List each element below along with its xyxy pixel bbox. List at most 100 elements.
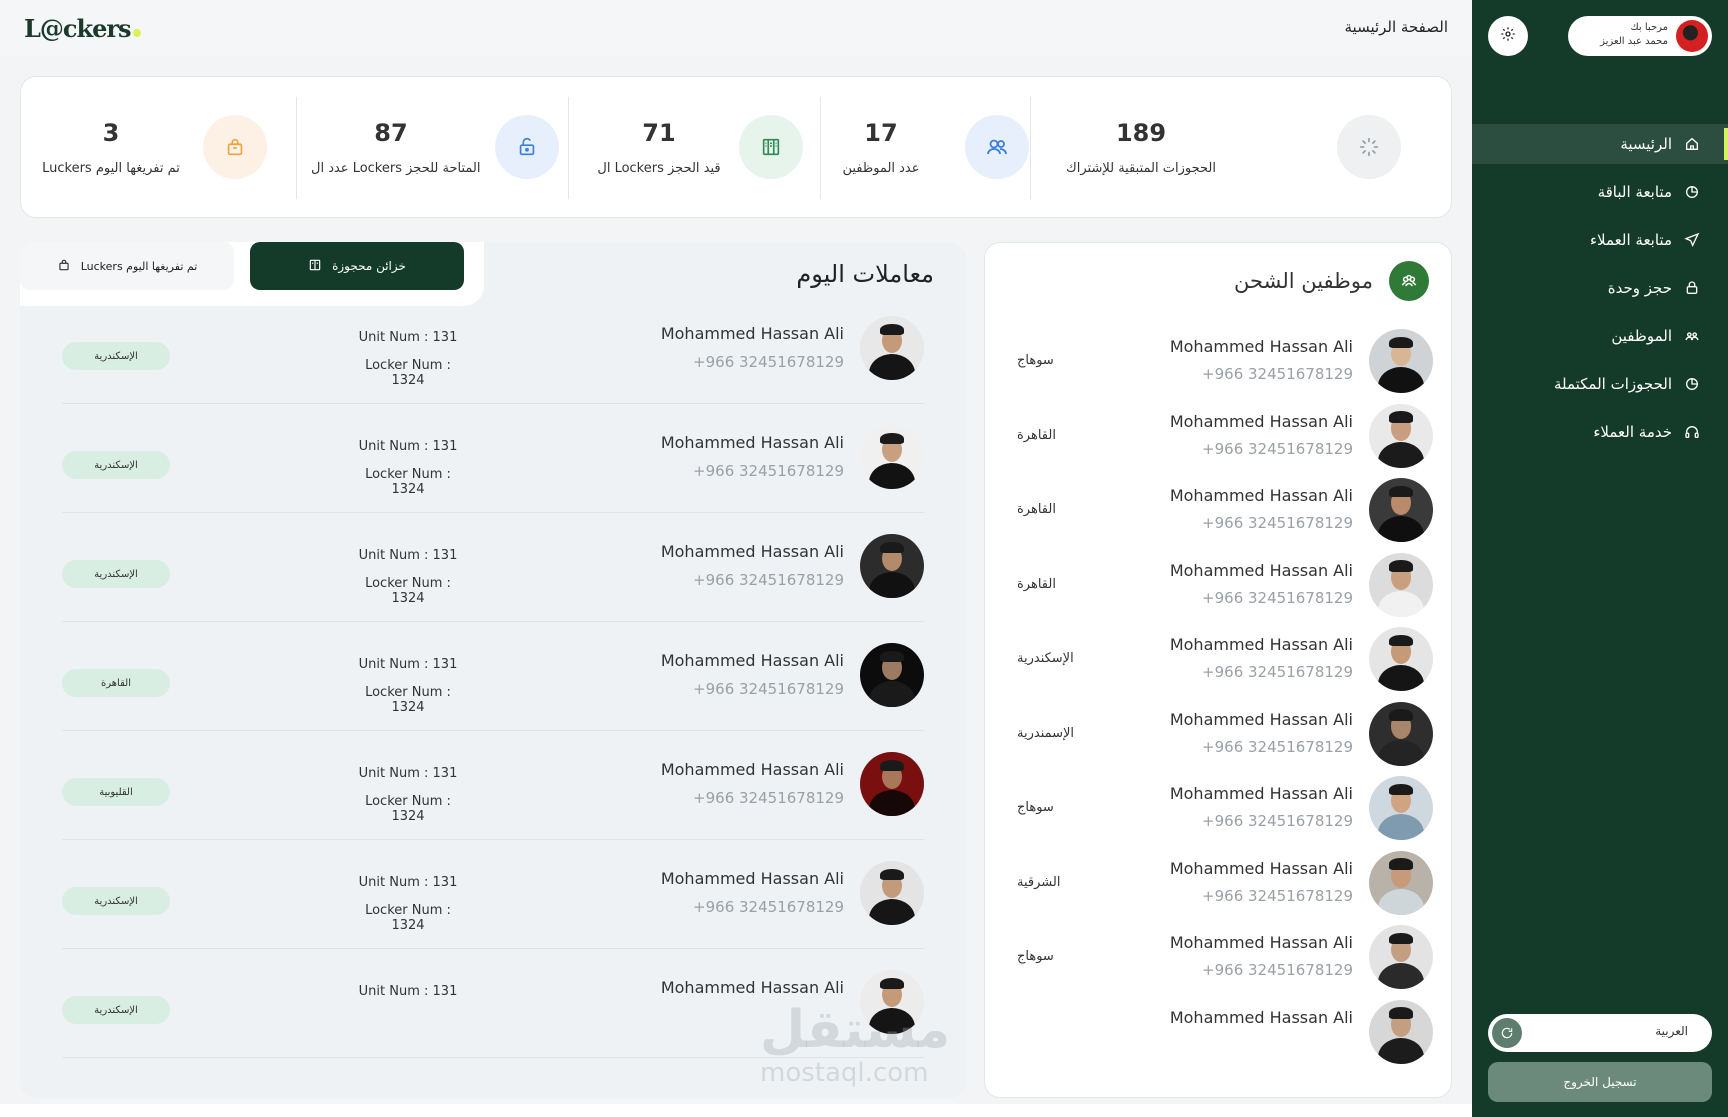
unit-number: Unit Num : 131 [358, 330, 458, 345]
sidebar-item-employees[interactable]: الموظفين [1472, 316, 1728, 356]
customer-phone: +966 32451678129 [693, 789, 844, 807]
sidebar-item-book-unit[interactable]: حجز وحدة [1472, 268, 1728, 308]
employee-city: سوهاج [1017, 353, 1054, 368]
employee-city: الإسمندرية [1017, 725, 1075, 741]
city-badge: القليوبية [62, 778, 170, 806]
sidebar-item-home[interactable]: الرئيسية [1472, 124, 1728, 164]
customer-phone: +966 32451678129 [693, 680, 844, 698]
tab-reserved-lockers[interactable]: خزائن محجوزة [250, 242, 464, 290]
employees-title: موظفين الشحن [1234, 269, 1373, 293]
avatar [860, 752, 924, 816]
stat-reserved-lockers: 71 ال Lockers قيد الحجز [589, 77, 803, 219]
bottom-strip [0, 1104, 1472, 1117]
avatar [1369, 552, 1433, 617]
employee-row[interactable]: Mohammed Hassan Ali +966 32451678129 الإسم… [985, 696, 1451, 778]
lock-icon [1684, 280, 1700, 296]
settings-button[interactable] [1488, 16, 1528, 56]
tab-emptied-today[interactable]: Luckers تم تفريغها اليوم [20, 242, 234, 290]
employee-row[interactable]: Mohammed Hassan Ali +966 32451678129 القاه… [985, 398, 1451, 480]
locker-number: Locker Num : 1324 [365, 903, 451, 933]
employee-phone: +966 32451678129 [1202, 737, 1353, 756]
language-selector[interactable]: العربية [1488, 1014, 1712, 1052]
transaction-row[interactable]: Mohammed Hassan Ali +966 32451678129 Unit … [62, 720, 924, 840]
stat-emptied-today: 3 Luckers تم تفريغها اليوم [41, 77, 281, 219]
divider [296, 97, 297, 199]
unlock-icon [495, 115, 559, 179]
users-icon [1389, 261, 1429, 301]
stat-value: 17 [864, 119, 898, 147]
logout-button[interactable]: تسجيل الخروج [1488, 1062, 1712, 1102]
employee-name: Mohammed Hassan Ali [1169, 1007, 1353, 1027]
stat-employees: 17 عدد الموظفين [821, 77, 1029, 219]
sidebar-item-completed[interactable]: الحجوزات المكتملة [1472, 364, 1728, 404]
employee-row[interactable]: Mohammed Hassan Ali +966 32451678129 سوهاج [985, 323, 1451, 405]
employee-row[interactable]: Mohammed Hassan Ali +966 32451678129 سوهاج [985, 919, 1451, 1001]
avatar [860, 425, 924, 489]
headset-icon [1684, 424, 1700, 440]
transaction-row[interactable]: Mohammed Hassan Ali +966 32451678129 Unit … [62, 393, 924, 513]
avatar [1369, 627, 1433, 691]
divider [1030, 97, 1031, 199]
customer-name: Mohammed Hassan Ali [660, 760, 844, 779]
customer-name: Mohammed Hassan Ali [660, 869, 844, 888]
refresh-icon [1492, 1018, 1522, 1048]
avatar [1369, 925, 1433, 989]
unit-number: Unit Num : 131 [358, 766, 458, 781]
locker-icon [739, 115, 803, 179]
employee-row[interactable]: Mohammed Hassan Ali +966 32451678129 القاه… [985, 472, 1451, 554]
stat-remaining-bookings: 189 الحجوزات المتبقية للإشتراك [1041, 77, 1441, 219]
language-label: العربية [1655, 1024, 1688, 1038]
tab-label: خزائن محجوزة [332, 259, 406, 273]
transaction-row[interactable]: Mohammed Hassan Ali +966 32451678129 Unit … [62, 284, 924, 404]
employee-city: الإسكندرية [1017, 651, 1074, 666]
avatar [1369, 776, 1433, 840]
users-icon [965, 115, 1029, 179]
employee-row[interactable]: Mohammed Hassan Ali [985, 994, 1451, 1076]
profile-name: محمد عبد العزيز [1600, 36, 1668, 47]
employee-phone: +966 32451678129 [1202, 514, 1353, 532]
unit-number: Unit Num : 131 [358, 657, 458, 672]
locker-icon [308, 258, 322, 275]
employee-phone: +966 32451678129 [1202, 588, 1353, 607]
home-icon [1684, 136, 1700, 152]
customer-name: Mohammed Hassan Ali [660, 978, 844, 997]
stat-value: 3 [102, 119, 120, 147]
gear-icon [1500, 26, 1516, 46]
locker-number: Locker Num : 1324 [365, 794, 451, 824]
stat-label: Luckers تم تفريغها اليوم [42, 161, 180, 176]
stat-value: 87 [374, 119, 408, 147]
avatar [1369, 850, 1433, 915]
tab-label: Luckers تم تفريغها اليوم [80, 259, 198, 273]
avatar [1676, 20, 1708, 52]
employee-name: Mohammed Hassan Ali [1169, 933, 1353, 952]
stat-available-lockers: 87 عدد ال Lockers المتاحة للحجز [311, 77, 561, 219]
top-bar: L@ckers الصفحة الرئيسية [0, 0, 1472, 56]
spinner-icon [1337, 115, 1401, 179]
stat-value: 189 [1115, 119, 1167, 147]
employee-row[interactable]: Mohammed Hassan Ali +966 32451678129 الإسك… [985, 621, 1451, 703]
customer-phone: +966 32451678129 [693, 898, 844, 916]
transaction-row[interactable]: Mohammed Hassan Ali +966 32451678129 Unit … [62, 829, 924, 949]
sidebar-item-package[interactable]: متابعة الباقة [1472, 172, 1728, 212]
sidebar-item-label: حجز وحدة [1607, 279, 1672, 297]
sidebar-item-label: الحجوزات المكتملة [1553, 375, 1672, 393]
user-profile[interactable]: مرحبا بك محمد عبد العزيز [1568, 16, 1712, 56]
divider [820, 97, 821, 199]
stat-label: الحجوزات المتبقية للإشتراك [1066, 161, 1216, 176]
sidebar-item-customers[interactable]: متابعة العملاء [1472, 220, 1728, 260]
employee-row[interactable]: Mohammed Hassan Ali +966 32451678129 القاه… [985, 547, 1451, 629]
employee-row[interactable]: Mohammed Hassan Ali +966 32451678129 الشرق… [985, 845, 1451, 927]
unit-number: Unit Num : 131 [358, 548, 458, 563]
sidebar-item-label: الرئيسية [1620, 135, 1672, 153]
transaction-row[interactable]: Mohammed Hassan Ali +966 32451678129 Unit … [62, 611, 924, 731]
sidebar-item-support[interactable]: خدمة العملاء [1472, 412, 1728, 452]
customer-name: Mohammed Hassan Ali [660, 542, 844, 561]
employee-phone: +966 32451678129 [1202, 439, 1353, 458]
logo[interactable]: L@ckers [24, 14, 141, 43]
locker-number: Locker Num : 1324 [365, 576, 451, 606]
avatar [860, 534, 924, 598]
transaction-row[interactable]: Mohammed Hassan Ali +966 32451678129 Unit … [62, 502, 924, 622]
employee-row[interactable]: Mohammed Hassan Ali +966 32451678129 سوهاج [985, 770, 1451, 852]
employee-phone: +966 32451678129 [1202, 886, 1353, 905]
employee-city: القاهرة [1017, 427, 1056, 443]
